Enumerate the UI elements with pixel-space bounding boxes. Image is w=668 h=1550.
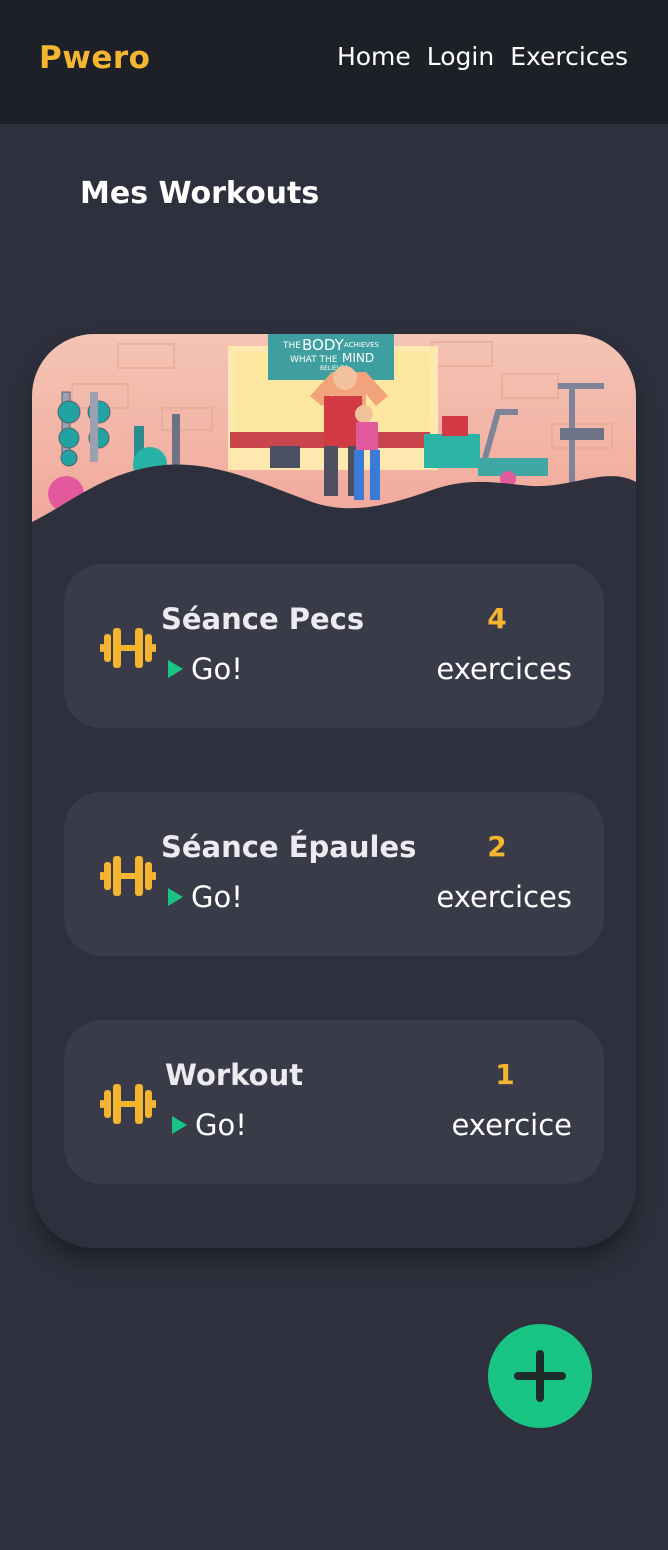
workout-item[interactable]: Séance Pecs Go! 4 exercices [64,564,604,728]
exercise-count: 4 [487,602,507,635]
nav-links: Home Login Exercices [337,42,628,71]
page-title: Mes Workouts [80,176,320,211]
exercise-count-label: exercices [436,880,572,914]
exercise-count: 2 [487,830,507,863]
workout-name: Workout [165,1058,304,1092]
nav-link-login[interactable]: Login [427,42,494,71]
workout-item[interactable]: Workout Go! 1 exercice [64,1020,604,1184]
workouts-card: THE BODY ACHIEVES WHAT THE MIND BELIEVES [32,334,636,1248]
play-icon [172,1116,187,1134]
play-icon [168,888,183,906]
go-button[interactable]: Go! [168,880,243,914]
go-label: Go! [191,880,243,914]
play-icon [168,660,183,678]
banner-text-body: BODY [302,336,345,354]
dumbbell-icon [100,856,156,896]
dumbbell-icon [100,1084,156,1124]
exercise-count: 1 [495,1058,515,1091]
go-button[interactable]: Go! [172,1108,247,1142]
workout-item[interactable]: Séance Épaules Go! 2 exercices [64,792,604,956]
exercise-count-label: exercice [451,1108,572,1142]
go-label: Go! [191,652,243,686]
add-workout-button[interactable] [488,1324,592,1428]
go-label: Go! [195,1108,247,1142]
nav-link-exercices[interactable]: Exercices [510,42,628,71]
banner-text-achieves: ACHIEVES [344,341,380,349]
workout-name: Séance Pecs [161,602,365,636]
brand-logo[interactable]: Pwero [39,40,150,76]
exercise-count-label: exercices [436,652,572,686]
dumbbell-icon [100,628,156,668]
banner-text-mind: MIND [342,351,374,365]
plus-icon [514,1350,566,1402]
navbar: Pwero Home Login Exercices [0,0,668,124]
gym-illustration: THE BODY ACHIEVES WHAT THE MIND BELIEVES [32,334,636,534]
banner-text-what-the: WHAT THE [290,355,338,365]
go-button[interactable]: Go! [168,652,243,686]
workout-name: Séance Épaules [161,830,417,864]
banner-text-the: THE [282,341,301,351]
nav-link-home[interactable]: Home [337,42,411,71]
